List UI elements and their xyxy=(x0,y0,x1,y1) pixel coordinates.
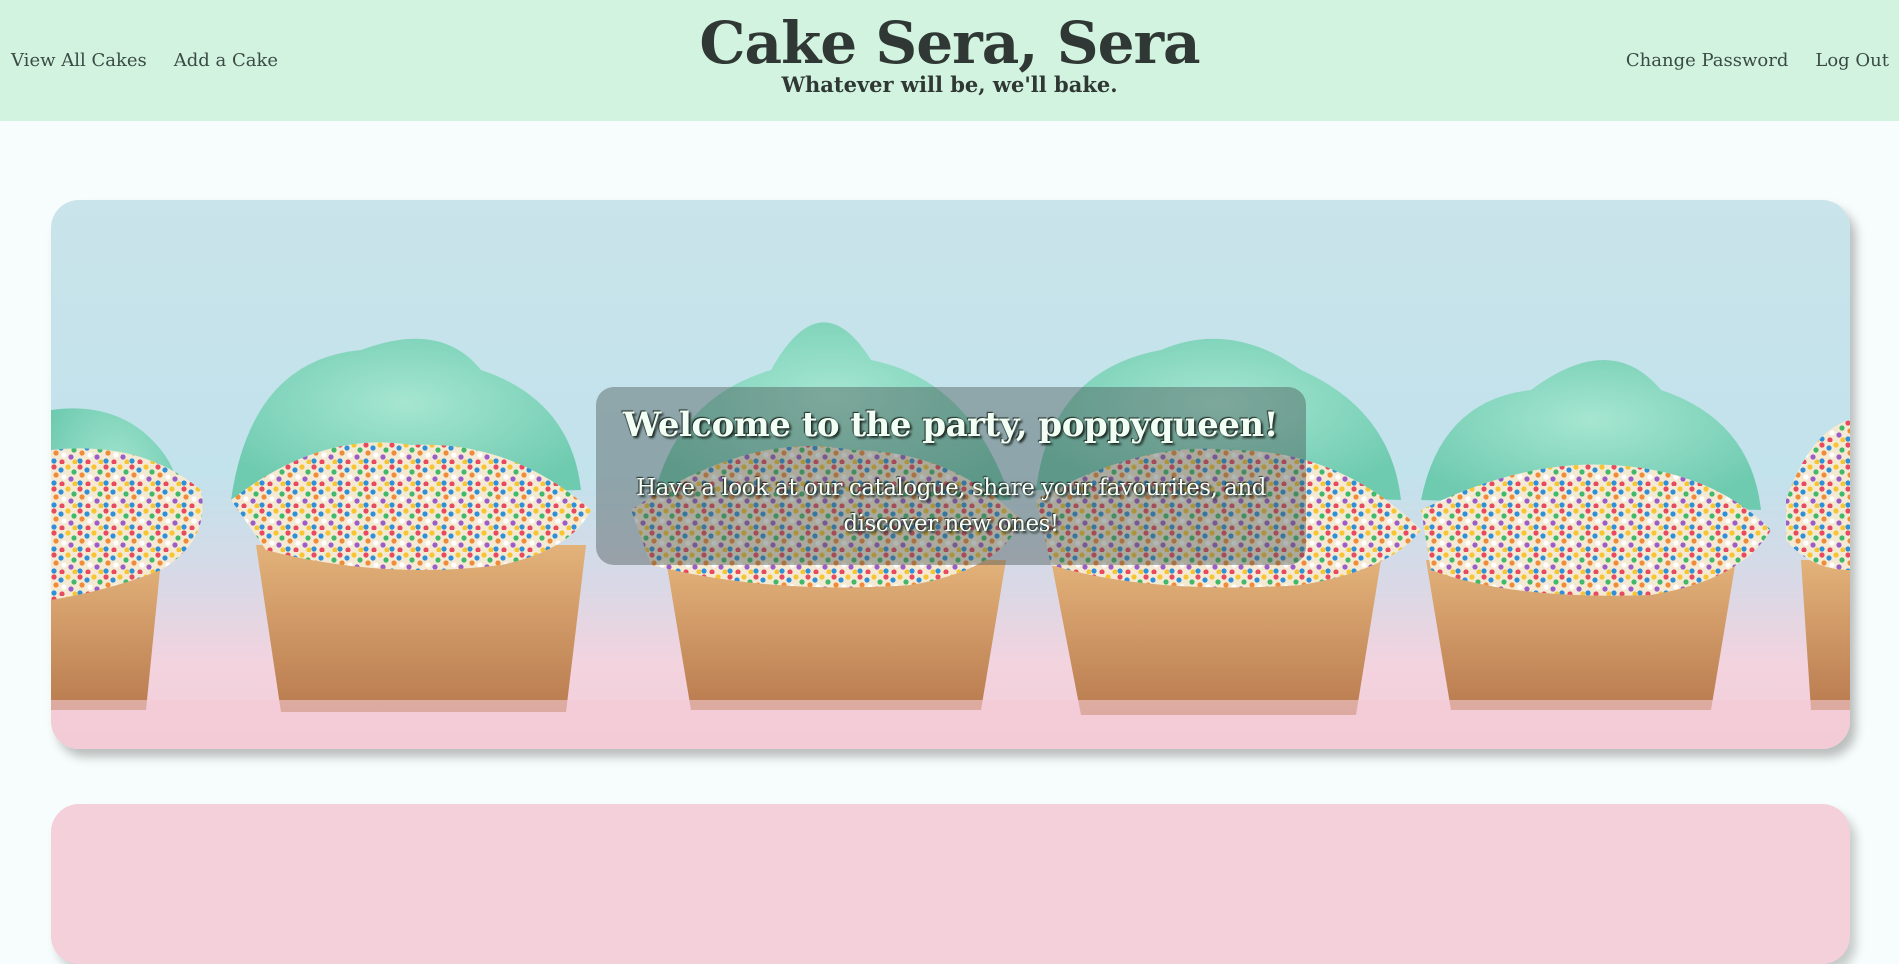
nav-right: Change Password Log Out xyxy=(1626,50,1889,71)
site-title[interactable]: Cake Sera, Sera xyxy=(0,8,1899,78)
site-header: View All Cakes Add a Cake Cake Sera, Ser… xyxy=(0,0,1899,121)
nav-change-password[interactable]: Change Password xyxy=(1626,50,1788,71)
content-card xyxy=(51,804,1850,964)
welcome-heading: Welcome to the party, poppyqueen! xyxy=(622,405,1279,445)
nav-log-out[interactable]: Log Out xyxy=(1815,50,1889,71)
welcome-blurb: Have a look at our catalogue, share your… xyxy=(636,475,1266,537)
site-tagline: Whatever will be, we'll bake. xyxy=(781,72,1118,97)
brand: Cake Sera, Sera Whatever will be, we'll … xyxy=(0,8,1899,97)
hero-banner: Welcome to the party, poppyqueen! Have a… xyxy=(51,200,1850,749)
